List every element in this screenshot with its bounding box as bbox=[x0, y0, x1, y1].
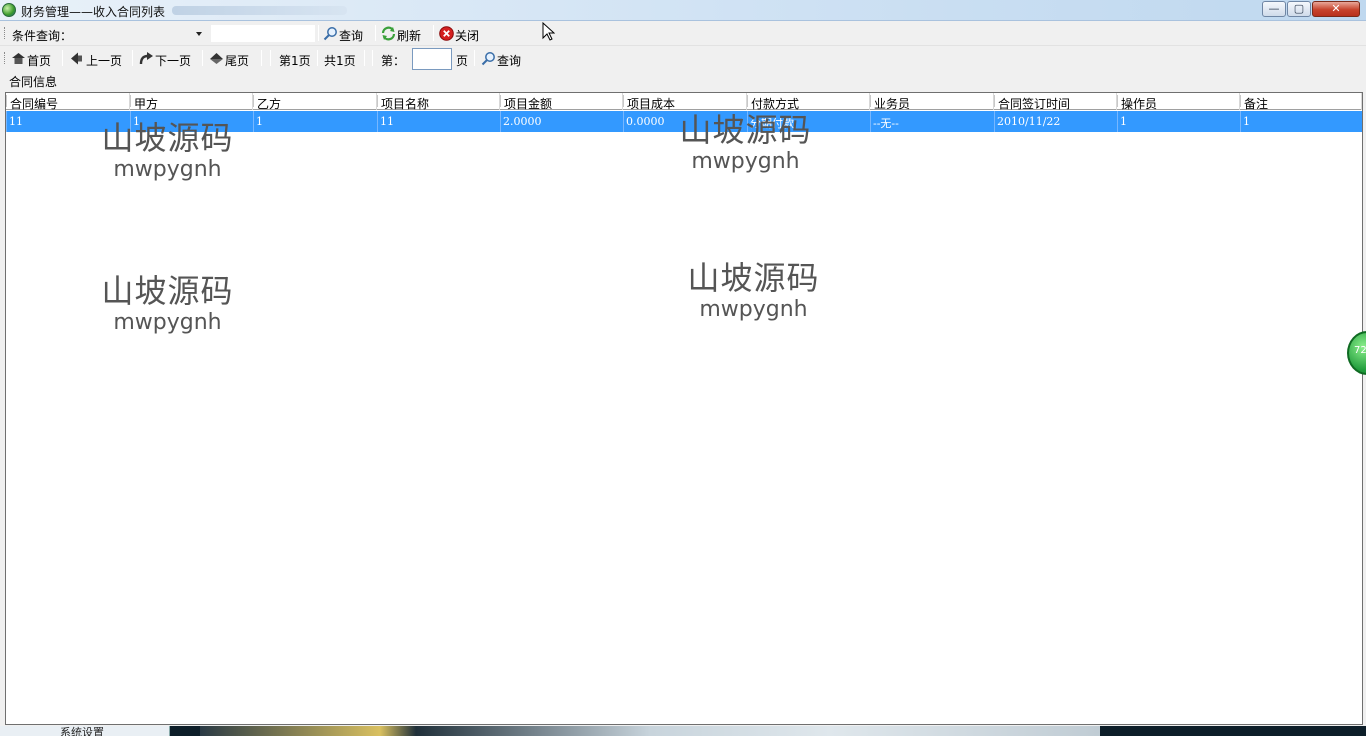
column-header[interactable]: 备注 bbox=[1240, 93, 1362, 111]
close-button-label: 关闭 bbox=[455, 29, 480, 43]
toolbar-grip[interactable] bbox=[4, 52, 5, 64]
last-page-button[interactable]: 尾页 bbox=[207, 49, 251, 69]
mouse-cursor-icon bbox=[542, 22, 555, 41]
last-page-label: 尾页 bbox=[225, 54, 250, 68]
minimize-button[interactable]: — bbox=[1262, 1, 1286, 17]
toolbar-separator bbox=[375, 25, 376, 41]
toolbar-separator bbox=[474, 50, 475, 66]
column-header[interactable]: 业务员 bbox=[870, 93, 994, 111]
last-page-icon bbox=[209, 51, 224, 66]
prev-page-button[interactable]: 上一页 bbox=[68, 49, 124, 69]
close-button[interactable]: 关闭 bbox=[437, 24, 481, 44]
close-circle-icon bbox=[439, 26, 454, 41]
column-header[interactable]: 项目名称 bbox=[377, 93, 500, 111]
toolbar-separator bbox=[318, 25, 319, 41]
column-header[interactable]: 项目金额 bbox=[500, 93, 623, 111]
close-window-button[interactable]: ✕ bbox=[1312, 1, 1360, 17]
table-cell: 分期付款 bbox=[747, 111, 870, 132]
contract-grid[interactable]: 合同编号 甲方 乙方 项目名称 项目金额 项目成本 付款方式 业务员 合同签订时… bbox=[5, 92, 1363, 725]
table-cell: 11 bbox=[6, 111, 130, 132]
main-window: 财务管理——收入合同列表 — ▢ ✕ 条件查询： 查询 刷新 关闭 首页 上一页… bbox=[0, 0, 1366, 726]
toolbar-separator bbox=[433, 25, 434, 41]
contract-info-label: 合同信息 bbox=[9, 75, 58, 89]
taskbar-item[interactable]: 系统设置 bbox=[0, 726, 170, 736]
query-button-label: 查询 bbox=[339, 29, 364, 43]
table-cell: 1 bbox=[1240, 111, 1362, 132]
column-header[interactable]: 合同签订时间 bbox=[994, 93, 1117, 111]
table-cell: 1 bbox=[1117, 111, 1240, 132]
prev-page-label: 上一页 bbox=[86, 54, 123, 68]
refresh-button[interactable]: 刷新 bbox=[379, 24, 423, 44]
prev-page-icon bbox=[70, 51, 85, 66]
query-button[interactable]: 查询 bbox=[321, 24, 365, 44]
title-bar[interactable]: 财务管理——收入合同列表 — ▢ ✕ bbox=[0, 0, 1366, 21]
grid-header: 合同编号 甲方 乙方 项目名称 项目金额 项目成本 付款方式 业务员 合同签订时… bbox=[6, 93, 1362, 111]
refresh-button-label: 刷新 bbox=[397, 29, 422, 43]
table-cell: 2010/11/22 bbox=[994, 111, 1117, 132]
desktop-background bbox=[200, 726, 1100, 736]
window-title: 财务管理——收入合同列表 bbox=[21, 5, 166, 19]
chevron-down-icon[interactable] bbox=[196, 32, 202, 36]
column-header[interactable]: 甲方 bbox=[130, 93, 253, 111]
maximize-button[interactable]: ▢ bbox=[1287, 1, 1311, 17]
total-pages-text: 共1页 bbox=[324, 54, 356, 68]
toolbar-grip[interactable] bbox=[4, 27, 5, 39]
goto-suffix-label: 页 bbox=[456, 54, 469, 68]
goto-page-input[interactable] bbox=[412, 48, 452, 70]
table-cell: 1 bbox=[130, 111, 253, 132]
toolbar-separator bbox=[364, 50, 365, 66]
toolbar-separator bbox=[202, 50, 203, 66]
condition-select[interactable] bbox=[82, 24, 206, 43]
query-toolbar: 条件查询： 查询 刷新 关闭 bbox=[0, 21, 1366, 46]
table-cell: 1 bbox=[253, 111, 377, 132]
toolbar-separator bbox=[372, 50, 373, 66]
toolbar-separator bbox=[317, 50, 318, 66]
condition-input[interactable] bbox=[210, 24, 316, 43]
first-page-button[interactable]: 首页 bbox=[9, 49, 53, 69]
goto-query-label: 查询 bbox=[497, 54, 522, 68]
condition-label: 条件查询： bbox=[12, 29, 73, 43]
refresh-icon bbox=[381, 26, 396, 41]
column-header[interactable]: 项目成本 bbox=[623, 93, 747, 111]
toolbar-separator bbox=[132, 50, 133, 66]
current-page-text: 第1页 bbox=[279, 54, 311, 68]
taskbar-item-label: 系统设置 bbox=[60, 726, 104, 736]
toolbar-separator bbox=[270, 50, 271, 66]
toolbar-separator bbox=[62, 50, 63, 66]
next-page-label: 下一页 bbox=[155, 54, 192, 68]
table-cell: 11 bbox=[377, 111, 500, 132]
toolbar-separator bbox=[261, 50, 262, 66]
column-header[interactable]: 操作员 bbox=[1117, 93, 1240, 111]
pager-toolbar: 首页 上一页 下一页 尾页 第1页 共1页 第： 页 查询 bbox=[0, 46, 1366, 71]
column-header[interactable]: 乙方 bbox=[253, 93, 377, 111]
table-cell: 0.0000 bbox=[623, 111, 747, 132]
next-page-icon bbox=[139, 51, 154, 66]
magnifier-icon bbox=[481, 51, 496, 66]
goto-prefix-label: 第： bbox=[381, 54, 406, 68]
magnifier-icon bbox=[323, 26, 338, 41]
title-blur bbox=[172, 6, 347, 15]
table-cell: --无-- bbox=[870, 111, 994, 132]
column-header[interactable]: 付款方式 bbox=[747, 93, 870, 111]
table-row[interactable]: 11 1 1 11 2.0000 0.0000 分期付款 --无-- 2010/… bbox=[6, 111, 1362, 132]
app-globe-icon bbox=[2, 3, 16, 17]
next-page-button[interactable]: 下一页 bbox=[137, 49, 193, 69]
goto-query-button[interactable]: 查询 bbox=[479, 49, 523, 69]
first-page-icon bbox=[11, 51, 26, 66]
table-cell: 2.0000 bbox=[500, 111, 623, 132]
column-header[interactable]: 合同编号 bbox=[6, 93, 130, 111]
taskbar: 系统设置 bbox=[0, 726, 1366, 736]
first-page-label: 首页 bbox=[27, 54, 52, 68]
